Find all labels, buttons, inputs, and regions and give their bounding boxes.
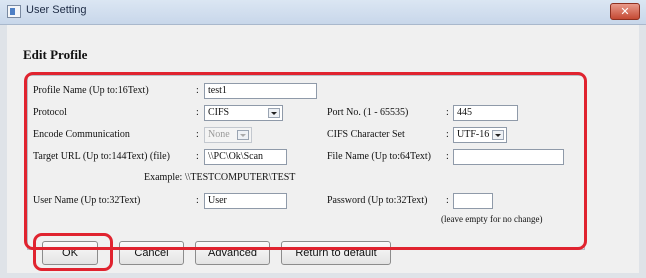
colon: : [196,85,199,96]
password-input[interactable] [453,193,493,209]
return-to-default-button[interactable]: Return to default [281,241,391,265]
colon: : [446,107,449,118]
advanced-button[interactable]: Advanced [195,241,270,265]
colon: : [196,129,199,140]
ok-button[interactable]: OK [42,241,98,265]
colon: : [446,195,449,206]
chevron-down-icon [237,130,249,140]
close-button[interactable]: ✕ [610,3,640,20]
port-label: Port No. (1 - 65535) [327,107,409,118]
password-label: Password (Up to:32Text) [327,195,428,206]
protocol-value: CIFS [208,107,230,118]
colon: : [446,151,449,162]
user-name-label: User Name (Up to:32Text) [33,195,141,206]
cancel-button[interactable]: Cancel [119,241,184,265]
page-title: Edit Profile [23,47,88,62]
dialog-body: Edit Profile Profile Name (Up to:16Text)… [7,25,639,273]
file-name-label: File Name (Up to:64Text) [327,151,431,162]
protocol-label: Protocol [33,107,67,118]
encode-value: None [208,129,230,140]
example-hint: Example: \\TESTCOMPUTER\TEST [144,172,296,183]
file-name-input[interactable] [453,149,564,165]
colon: : [196,107,199,118]
window-title: User Setting [26,4,87,16]
protocol-select[interactable]: CIFS [204,105,283,121]
target-url-input[interactable]: \\PC\Ok\Scan [204,149,287,165]
chevron-down-icon [268,108,280,118]
window-app-icon [7,5,21,18]
target-url-label: Target URL (Up to:144Text) (file) [33,151,170,162]
profile-name-input[interactable]: test1 [204,83,317,99]
port-input[interactable]: 445 [453,105,518,121]
charset-label: CIFS Character Set [327,129,405,140]
profile-name-label: Profile Name (Up to:16Text) [33,85,149,96]
encode-label: Encode Communication [33,129,130,140]
colon: : [196,151,199,162]
charset-select[interactable]: UTF-16 [453,127,507,143]
charset-value: UTF-16 [457,129,490,140]
close-icon: ✕ [620,5,630,18]
colon: : [196,195,199,206]
chevron-down-icon [492,130,504,140]
password-note: (leave empty for no change) [441,214,543,224]
colon: : [446,129,449,140]
user-name-input[interactable]: User [204,193,287,209]
user-setting-window: User Setting ✕ Edit Profile Profile Name… [0,0,646,278]
encode-select: None [204,127,252,143]
title-bar: User Setting ✕ [0,0,646,25]
